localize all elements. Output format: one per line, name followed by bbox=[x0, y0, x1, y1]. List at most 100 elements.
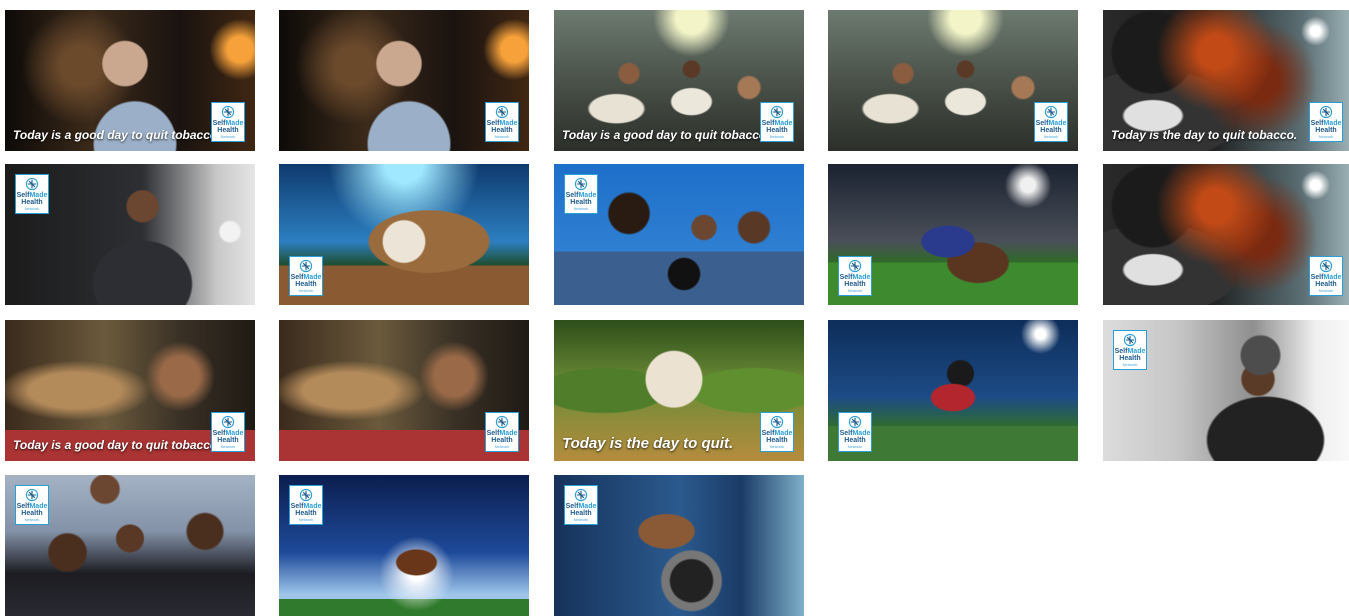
logo-text-health: Health bbox=[217, 437, 239, 444]
logo-text-self: Self bbox=[212, 430, 226, 437]
self-made-health-logo: SelfMade Health Network bbox=[760, 412, 794, 452]
logo-text-made: Made bbox=[774, 430, 793, 437]
logo-text-network: Network bbox=[573, 517, 589, 522]
logo-text-made: Made bbox=[499, 120, 518, 127]
logo-text-made: Made bbox=[225, 430, 244, 437]
ad-tile-baseball-fan-in-stands[interactable]: SelfMade Health Network bbox=[5, 164, 255, 305]
logo-text-network: Network bbox=[573, 206, 589, 211]
ad-tile-boot-on-truck-step[interactable]: SelfMade Health Network bbox=[554, 475, 804, 616]
logo-text-network: Network bbox=[298, 517, 314, 522]
logo-text-network: Network bbox=[24, 517, 40, 522]
logo-text-made: Made bbox=[499, 430, 518, 437]
logo-text-self: Self bbox=[839, 274, 853, 281]
ad-tile-older-man-smiling-night[interactable]: SelfMade Health Network bbox=[279, 10, 529, 151]
ad-tile-family-cheering-blue[interactable]: SelfMade Health Network bbox=[554, 164, 804, 305]
logo-text-made: Made bbox=[29, 503, 48, 510]
network-heart-icon bbox=[574, 177, 588, 191]
logo-text-network: Network bbox=[298, 288, 314, 293]
self-made-health-logo: SelfMade Health Network bbox=[1309, 102, 1343, 142]
ad-tile-football-on-field-lights[interactable]: SelfMade Health Network bbox=[279, 475, 529, 616]
logo-text-made: Made bbox=[774, 120, 793, 127]
logo-text-health: Health bbox=[1315, 127, 1337, 134]
logo-text-self: Self bbox=[290, 274, 304, 281]
logo-text-line-1: SelfMade bbox=[762, 430, 793, 437]
self-made-health-logo: SelfMade Health Network bbox=[564, 174, 598, 214]
self-made-health-logo: SelfMade Health Network bbox=[289, 256, 323, 296]
logo-text-health: Health bbox=[1040, 127, 1062, 134]
logo-text-self: Self bbox=[839, 430, 853, 437]
self-made-health-logo: SelfMade Health Network bbox=[15, 485, 49, 525]
logo-text-made: Made bbox=[852, 274, 871, 281]
logo-text-made: Made bbox=[1127, 348, 1146, 355]
ad-tile-young-man-watching-game[interactable]: Today is a good day to quit tobacco. Self… bbox=[5, 320, 255, 461]
network-heart-icon bbox=[1319, 259, 1333, 273]
ad-tile-young-man-watching-game[interactable]: SelfMade Health Network bbox=[279, 320, 529, 461]
self-made-health-logo: SelfMade Health Network bbox=[211, 412, 245, 452]
logo-text-self: Self bbox=[761, 120, 775, 127]
ad-caption: Today is the day to quit. bbox=[562, 435, 734, 452]
logo-text-made: Made bbox=[852, 430, 871, 437]
logo-text-line-1: SelfMade bbox=[1115, 348, 1146, 355]
logo-text-self: Self bbox=[16, 192, 30, 199]
logo-text-self: Self bbox=[486, 430, 500, 437]
logo-text-network: Network bbox=[847, 444, 863, 449]
ad-tile-football-player-smoke-burst[interactable]: SelfMade Health Network bbox=[1103, 164, 1349, 305]
logo-text-health: Health bbox=[844, 437, 866, 444]
logo-text-network: Network bbox=[1122, 362, 1138, 367]
logo-text-health: Health bbox=[217, 127, 239, 134]
logo-text-health: Health bbox=[21, 199, 43, 206]
ad-tile-friends-cheering-living-room[interactable]: SelfMade Health Network bbox=[828, 10, 1078, 151]
logo-text-health: Health bbox=[295, 281, 317, 288]
logo-text-network: Network bbox=[220, 444, 236, 449]
ad-tile-older-man-smiling-night[interactable]: Today is a good day to quit tobacco. Self… bbox=[5, 10, 255, 151]
logo-text-made: Made bbox=[225, 120, 244, 127]
network-heart-icon bbox=[495, 415, 509, 429]
network-heart-icon bbox=[299, 488, 313, 502]
logo-text-line-1: SelfMade bbox=[213, 120, 244, 127]
ad-tile-baseball-catcher-stadium[interactable]: SelfMade Health Network bbox=[828, 320, 1078, 461]
ad-caption: Today is the day to quit tobacco. bbox=[1111, 128, 1298, 142]
logo-text-self: Self bbox=[212, 120, 226, 127]
logo-text-line-1: SelfMade bbox=[291, 503, 322, 510]
ad-tile-group-of-friends-couch[interactable]: SelfMade Health Network bbox=[5, 475, 255, 616]
self-made-health-logo: SelfMade Health Network bbox=[838, 256, 872, 296]
ad-tile-football-player-smoke-burst[interactable]: Today is the day to quit tobacco. SelfMad… bbox=[1103, 10, 1349, 151]
logo-text-line-1: SelfMade bbox=[762, 120, 793, 127]
logo-text-health: Health bbox=[1315, 281, 1337, 288]
self-made-health-logo: SelfMade Health Network bbox=[564, 485, 598, 525]
network-heart-icon bbox=[770, 415, 784, 429]
self-made-health-logo: SelfMade Health Network bbox=[1309, 256, 1343, 296]
logo-text-line-1: SelfMade bbox=[840, 274, 871, 281]
logo-text-line-1: SelfMade bbox=[213, 430, 244, 437]
network-heart-icon bbox=[770, 105, 784, 119]
ad-caption: Today is a good day to quit tobacco. bbox=[13, 438, 221, 452]
logo-text-health: Health bbox=[21, 510, 43, 517]
logo-text-network: Network bbox=[494, 134, 510, 139]
logo-text-made: Made bbox=[578, 192, 597, 199]
logo-text-network: Network bbox=[769, 444, 785, 449]
logo-text-network: Network bbox=[847, 288, 863, 293]
ad-tile-football-glove-field[interactable]: SelfMade Health Network bbox=[828, 164, 1078, 305]
network-heart-icon bbox=[1044, 105, 1058, 119]
self-made-health-logo: SelfMade Health Network bbox=[1034, 102, 1068, 142]
ad-tile-baseball-glove-stadium[interactable]: SelfMade Health Network bbox=[279, 164, 529, 305]
network-heart-icon bbox=[221, 105, 235, 119]
logo-text-self: Self bbox=[1035, 120, 1049, 127]
logo-text-health: Health bbox=[295, 510, 317, 517]
logo-text-line-1: SelfMade bbox=[487, 430, 518, 437]
network-heart-icon bbox=[299, 259, 313, 273]
logo-text-line-1: SelfMade bbox=[566, 503, 597, 510]
logo-text-self: Self bbox=[565, 503, 579, 510]
ad-tile-friends-cheering-living-room[interactable]: Today is a good day to quit tobacco. Self… bbox=[554, 10, 804, 151]
logo-text-network: Network bbox=[1318, 134, 1334, 139]
logo-text-self: Self bbox=[486, 120, 500, 127]
ad-tile-baseball-in-corn[interactable]: Today is the day to quit. SelfMade Health N… bbox=[554, 320, 804, 461]
network-heart-icon bbox=[1319, 105, 1333, 119]
logo-text-network: Network bbox=[769, 134, 785, 139]
logo-text-network: Network bbox=[220, 134, 236, 139]
self-made-health-logo: SelfMade Health Network bbox=[1113, 330, 1147, 370]
ad-tile-man-with-phone-window[interactable]: SelfMade Health Network bbox=[1103, 320, 1349, 461]
logo-text-network: Network bbox=[494, 444, 510, 449]
self-made-health-logo: SelfMade Health Network bbox=[211, 102, 245, 142]
logo-text-made: Made bbox=[303, 274, 322, 281]
